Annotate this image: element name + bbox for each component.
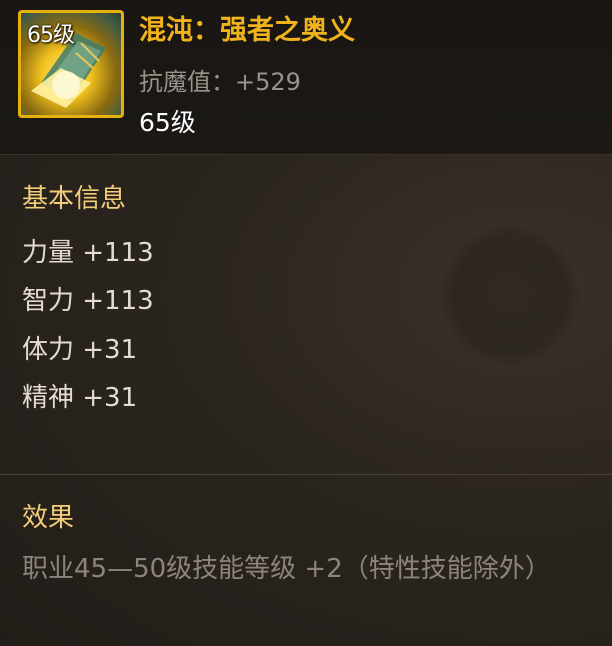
stat-strength: 力量 +113 xyxy=(22,238,154,268)
item-tooltip: 65级 混沌：强者之奥义 抗魔值：+529 65级 基本信息 力量 +113 智… xyxy=(0,0,612,646)
stat-vitality: 体力 +31 xyxy=(22,335,138,365)
item-name: 混沌：强者之奥义 xyxy=(139,15,355,46)
tooltip-header: 65级 混沌：强者之奥义 抗魔值：+529 65级 xyxy=(0,0,612,155)
section-divider xyxy=(0,474,612,475)
effect-text: 职业45—50级技能等级 +2（特性技能除外） xyxy=(22,554,551,584)
stat-intelligence: 智力 +113 xyxy=(22,286,154,316)
stat-spirit: 精神 +31 xyxy=(22,383,138,413)
basic-info-title: 基本信息 xyxy=(22,184,127,214)
background-emblem xyxy=(440,225,580,365)
magic-resist-value: 抗魔值：+529 xyxy=(139,68,301,96)
effect-title: 效果 xyxy=(22,503,75,533)
item-level: 65级 xyxy=(139,108,196,137)
glowing-gold-book-icon[interactable]: 65级 xyxy=(18,10,124,118)
icon-level-label: 65级 xyxy=(27,23,75,48)
